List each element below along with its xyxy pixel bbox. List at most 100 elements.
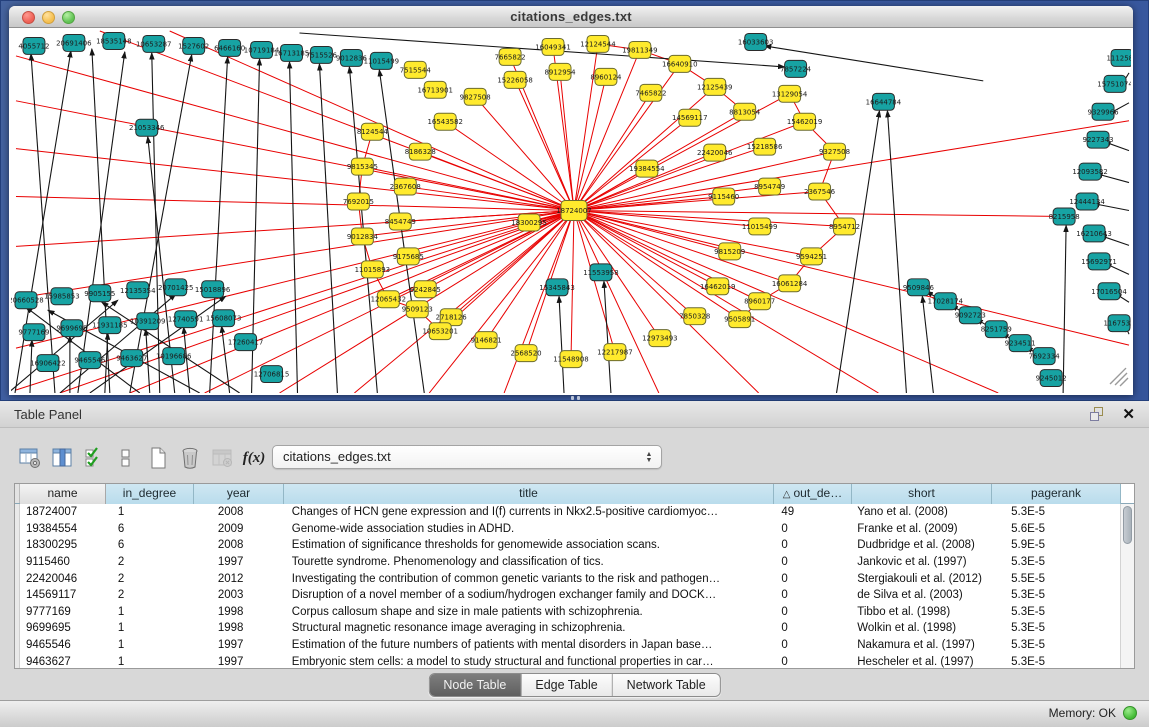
column-header-name[interactable]: name [20,484,106,504]
table-cell[interactable]: 1997 [194,656,284,668]
window-titlebar[interactable]: citations_edges.txt [9,6,1133,28]
float-panel-icon[interactable] [1090,407,1105,421]
table-cell[interactable]: 2008 [194,539,284,551]
tab-network-table[interactable]: Network Table [613,674,720,696]
table-cell[interactable]: 1998 [194,606,284,618]
column-header-indegree[interactable]: in_degree [106,484,194,504]
tab-node-table[interactable]: Node Table [429,674,521,696]
column-header-year[interactable]: year [194,484,284,504]
table-cell[interactable]: 0 [773,639,851,651]
table-cell[interactable]: 1997 [194,556,284,568]
table-cell[interactable]: Yano et al. (2008) [851,506,991,518]
table-cell[interactable]: 2 [106,556,194,568]
table-cell[interactable]: Franke et al. (2009) [851,523,991,535]
table-cell[interactable]: 2009 [194,523,284,535]
table-row[interactable]: 946362711997Embryonic stem cells: a mode… [15,653,1120,668]
table-cell[interactable]: 1 [106,639,194,651]
table-cell[interactable]: 0 [773,606,851,618]
table-row[interactable]: 1872400712008Changes of HCN gene express… [15,504,1120,521]
table-cell[interactable]: 1 [106,622,194,634]
table-row[interactable]: 969969511998Structural magnetic resonanc… [15,620,1120,637]
table-row[interactable]: 977716911998Corpus callosum shape and si… [15,604,1120,621]
select-columns-icon[interactable] [82,445,106,471]
table-cell[interactable]: Tibbo et al. (1998) [851,606,991,618]
table-cell[interactable]: 0 [773,589,851,601]
table-cell[interactable]: 0 [773,523,851,535]
table-cell[interactable]: 2003 [194,589,284,601]
table-cell[interactable]: Embryonic stem cells: a model to study s… [284,656,774,668]
column-header-pagerank[interactable]: pagerank [992,484,1121,504]
table-cell[interactable]: 22420046 [20,573,106,585]
table-cell[interactable]: 5.3E-5 [991,606,1120,618]
column-header-short[interactable]: short [852,484,992,504]
table-row[interactable]: 1830029562008Estimation of significance … [15,537,1120,554]
table-cell[interactable]: 19384554 [20,523,106,535]
table-cell[interactable]: Investigating the contribution of common… [284,573,774,585]
table-cell[interactable]: 5.6E-5 [991,523,1120,535]
new-column-icon[interactable] [146,445,170,471]
table-cell[interactable]: Jankovic et al. (1997) [851,556,991,568]
toggle-rows-icon[interactable] [114,445,138,471]
vertical-scrollbar[interactable] [1120,504,1134,668]
table-cell[interactable]: 14569117 [20,589,106,601]
table-cell[interactable]: 9115460 [20,556,106,568]
table-cell[interactable]: Structural magnetic resonance image aver… [284,622,774,634]
table-cell[interactable]: Hescheler et al. (1997) [851,656,991,668]
network-canvas[interactable]: 4055712206914061853514810653287152760264… [11,29,1131,393]
table-cell[interactable]: 0 [773,556,851,568]
network-table-select[interactable]: citations_edges.txt ▲▼ [272,445,662,469]
column-header-title[interactable]: title [284,484,774,504]
table-cell[interactable]: 5.3E-5 [991,589,1120,601]
table-cell[interactable]: Corpus callosum shape and size in male p… [284,606,774,618]
table-cell[interactable]: Estimation of the future numbers of pati… [284,639,774,651]
table-cell[interactable]: Estimation of significance thresholds fo… [284,539,774,551]
close-panel-icon[interactable]: ✕ [1122,405,1135,423]
show-columns-icon[interactable] [50,445,74,471]
table-cell[interactable]: Dudbridge et al. (2008) [851,539,991,551]
table-cell[interactable]: Disruption of a novel member of a sodium… [284,589,774,601]
table-row[interactable]: 946554611997Estimation of the future num… [15,637,1120,654]
delete-column-icon[interactable] [178,445,202,471]
table-cell[interactable]: 9465546 [20,639,106,651]
scrollbar-thumb[interactable] [1123,506,1132,544]
table-cell[interactable]: 9463627 [20,656,106,668]
table-cell[interactable]: 0 [773,656,851,668]
table-cell[interactable]: Stergiakouli et al. (2012) [851,573,991,585]
table-cell[interactable]: Tourette syndrome. Phenomenology and cla… [284,556,774,568]
delete-table-icon[interactable] [210,445,234,471]
table-cell[interactable]: 1 [106,606,194,618]
table-cell[interactable]: 0 [773,573,851,585]
table-cell[interactable]: 1997 [194,639,284,651]
table-cell[interactable]: de Silva et al. (2003) [851,589,991,601]
table-cell[interactable]: 1998 [194,622,284,634]
table-cell[interactable]: Genome-wide association studies in ADHD. [284,523,774,535]
table-row[interactable]: 1938455462009Genome-wide association stu… [15,521,1120,538]
tab-edge-table[interactable]: Edge Table [521,674,612,696]
table-cell[interactable]: 6 [106,539,194,551]
panel-splitter-handle[interactable] [566,396,584,400]
table-cell[interactable]: 5.3E-5 [991,556,1120,568]
table-cell[interactable]: 5.9E-5 [991,539,1120,551]
table-cell[interactable]: 1 [106,656,194,668]
table-cell[interactable]: 2 [106,573,194,585]
table-cell[interactable]: 5.3E-5 [991,639,1120,651]
citation-network-graph[interactable]: 4055712206914061853514810653287152760264… [11,29,1131,393]
table-cell[interactable]: Nakamura et al. (1997) [851,639,991,651]
table-row[interactable]: 911546021997Tourette syndrome. Phenomeno… [15,554,1120,571]
table-cell[interactable]: 9699695 [20,622,106,634]
table-cell[interactable]: 6 [106,523,194,535]
table-cell[interactable]: 5.3E-5 [991,622,1120,634]
table-cell[interactable]: 9777169 [20,606,106,618]
table-cell[interactable]: Changes of HCN gene expression and I(f) … [284,506,774,518]
table-cell[interactable]: 18724007 [20,506,106,518]
table-cell[interactable]: 49 [773,506,851,518]
table-cell[interactable]: 0 [773,539,851,551]
canvas-resize-grip[interactable] [1110,368,1128,386]
table-cell[interactable]: 5.3E-5 [991,656,1120,668]
table-cell[interactable]: 0 [773,622,851,634]
table-cell[interactable]: 2 [106,589,194,601]
function-builder-icon[interactable]: f(x) [242,445,266,471]
table-cell[interactable]: 5.3E-5 [991,506,1120,518]
table-cell[interactable]: 1 [106,506,194,518]
table-cell[interactable]: 2012 [194,573,284,585]
